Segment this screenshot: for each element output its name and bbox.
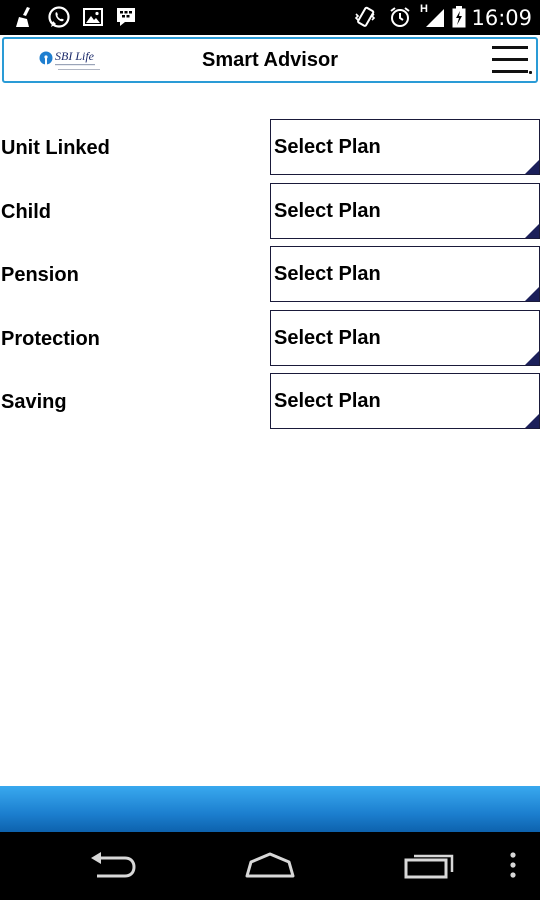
dropdown-corner-icon	[525, 223, 539, 238]
page-title: Smart Advisor	[202, 49, 338, 71]
menu-button[interactable]	[492, 41, 532, 75]
category-label: Child	[1, 200, 51, 223]
cleaner-icon	[12, 5, 38, 29]
category-label: Saving	[1, 391, 67, 413]
category-row-child: Child Select Plan	[0, 182, 540, 246]
alarm-icon	[387, 5, 413, 29]
category-label: Pension	[1, 264, 79, 286]
pension-plan-select[interactable]: Select Plan	[270, 246, 540, 302]
plan-category-list: Unit Linked Select Plan Child Select Pla…	[0, 118, 540, 436]
select-value: Select Plan	[274, 326, 381, 349]
home-icon	[243, 850, 297, 885]
bbm-icon	[113, 5, 139, 29]
back-icon	[87, 850, 137, 885]
network-type: H	[420, 3, 428, 15]
unit-linked-plan-select[interactable]: Select Plan	[270, 119, 540, 175]
status-bar: H 16:09	[0, 0, 540, 35]
overflow-menu-button[interactable]	[503, 850, 523, 884]
vibrate-icon	[352, 5, 378, 29]
select-value: Select Plan	[274, 390, 381, 412]
category-row-unit-linked: Unit Linked Select Plan	[0, 118, 540, 182]
category-row-protection: Protection Select Plan	[0, 309, 540, 373]
select-value: Select Plan	[274, 136, 381, 158]
dropdown-corner-icon	[525, 414, 539, 428]
clock: 16:09	[471, 6, 532, 30]
category-row-pension: Pension Select Plan	[0, 245, 540, 309]
category-label: Protection	[1, 327, 100, 350]
dropdown-corner-icon	[525, 287, 539, 301]
dropdown-corner-icon	[525, 350, 539, 365]
home-button[interactable]	[242, 850, 298, 884]
category-label: Unit Linked	[1, 137, 110, 159]
category-row-saving: Saving Select Plan	[0, 372, 540, 436]
child-plan-select[interactable]: Select Plan	[270, 182, 540, 239]
select-value: Select Plan	[274, 199, 381, 222]
protection-plan-select[interactable]: Select Plan	[270, 309, 540, 366]
select-value: Select Plan	[274, 263, 381, 285]
battery-icon	[450, 5, 468, 29]
recent-apps-icon	[403, 850, 455, 885]
navigation-bar	[0, 832, 540, 900]
footer-bar	[0, 786, 540, 832]
app-header: SBI Life Smart Advisor	[0, 35, 540, 85]
overflow-menu-icon	[509, 851, 517, 883]
saving-plan-select[interactable]: Select Plan	[270, 373, 540, 429]
back-button[interactable]	[86, 850, 138, 884]
dropdown-corner-icon	[525, 160, 539, 174]
recent-apps-button[interactable]	[402, 850, 456, 884]
whatsapp-icon	[46, 5, 72, 29]
gallery-icon	[81, 5, 105, 29]
